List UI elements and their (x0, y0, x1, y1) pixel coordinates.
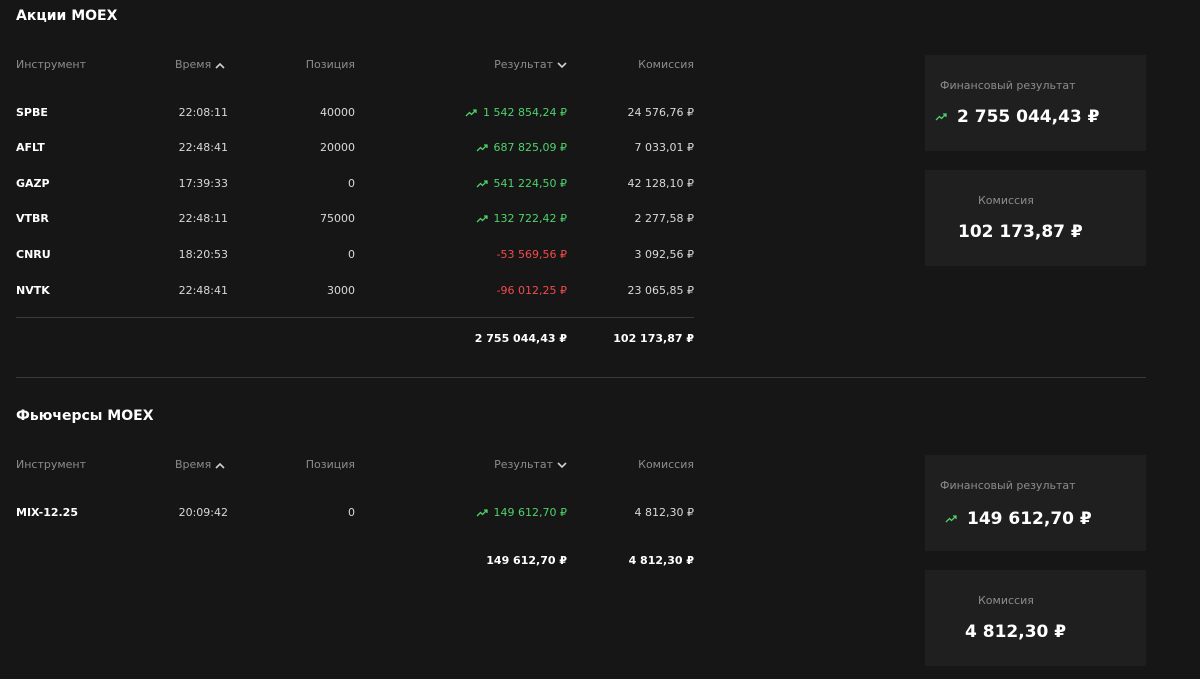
row-ticker: AFLT (16, 141, 45, 154)
trending-up-icon (935, 113, 947, 121)
column-header-time-label: Время (175, 58, 212, 71)
chevron-up-icon (215, 462, 225, 469)
row-commission: 4 812,30 ₽ (634, 506, 694, 519)
row-result: 149 612,70 ₽ (476, 506, 567, 519)
commission-card: Комиссия 4 812,30 ₽ (925, 570, 1146, 666)
total-commission: 102 173,87 ₽ (613, 332, 694, 345)
row-result: 132 722,42 ₽ (476, 212, 567, 225)
trending-up-icon (476, 509, 488, 517)
row-time: 22:48:41 (178, 284, 228, 297)
financial-result-value: 2 755 044,43 ₽ (935, 107, 1100, 127)
row-ticker: MIX-12.25 (16, 506, 78, 519)
trending-up-icon (476, 215, 488, 223)
commission-label: Комиссия (978, 594, 1034, 607)
column-header-time[interactable]: Время (175, 458, 225, 471)
column-header-result-label: Результат (494, 458, 553, 471)
row-result-value: 541 224,50 ₽ (493, 177, 567, 190)
row-ticker: NVTK (16, 284, 50, 297)
row-time: 22:48:11 (178, 212, 228, 225)
financial-result-card: Финансовый результат 2 755 044,43 ₽ (925, 55, 1146, 151)
row-result-value: 1 542 854,24 ₽ (483, 106, 567, 119)
column-header-position[interactable]: Позиция (306, 458, 355, 471)
row-commission: 24 576,76 ₽ (627, 106, 694, 119)
row-commission: 42 128,10 ₽ (627, 177, 694, 190)
column-header-time[interactable]: Время (175, 58, 225, 71)
chevron-down-icon (557, 461, 567, 469)
column-header-result-label: Результат (494, 58, 553, 71)
row-position: 3000 (327, 284, 355, 297)
chevron-down-icon (557, 61, 567, 69)
page: Акции MOEX Инструмент Время Позиция Резу… (0, 0, 1200, 679)
financial-result-value: 149 612,70 ₽ (945, 509, 1092, 529)
financial-result-label: Финансовый результат (940, 79, 1076, 92)
total-commission: 4 812,30 ₽ (628, 554, 694, 567)
section-divider (16, 377, 1146, 378)
row-result: 687 825,09 ₽ (476, 141, 567, 154)
row-commission: 2 277,58 ₽ (634, 212, 694, 225)
column-header-instrument[interactable]: Инструмент (16, 458, 86, 471)
table-divider (16, 317, 694, 318)
row-time: 22:48:41 (178, 141, 228, 154)
row-commission: 7 033,01 ₽ (634, 141, 694, 154)
financial-result-amount: 2 755 044,43 ₽ (957, 107, 1100, 127)
total-result: 2 755 044,43 ₽ (474, 332, 567, 345)
commission-card: Комиссия 102 173,87 ₽ (925, 170, 1146, 266)
column-header-result[interactable]: Результат (494, 58, 567, 71)
row-result: 541 224,50 ₽ (476, 177, 567, 190)
row-position: 75000 (320, 212, 355, 225)
column-header-result[interactable]: Результат (494, 458, 567, 471)
row-result-value: 687 825,09 ₽ (493, 141, 567, 154)
section-title-stocks: Акции MOEX (16, 8, 118, 24)
column-header-instrument[interactable]: Инструмент (16, 58, 86, 71)
row-position: 0 (348, 248, 355, 261)
trending-up-icon (476, 180, 488, 188)
row-result-value: 149 612,70 ₽ (493, 506, 567, 519)
row-result: 1 542 854,24 ₽ (465, 106, 567, 119)
row-commission: 23 065,85 ₽ (627, 284, 694, 297)
financial-result-card: Финансовый результат 149 612,70 ₽ (925, 455, 1146, 551)
row-result-value: 132 722,42 ₽ (493, 212, 567, 225)
column-header-commission[interactable]: Комиссия (638, 458, 694, 471)
trending-up-icon (945, 515, 957, 523)
column-header-time-label: Время (175, 458, 212, 471)
row-time: 20:09:42 (178, 506, 228, 519)
trending-up-icon (476, 144, 488, 152)
financial-result-amount: 149 612,70 ₽ (967, 509, 1092, 529)
commission-value: 4 812,30 ₽ (965, 622, 1067, 642)
row-ticker: GAZP (16, 177, 50, 190)
row-time: 22:08:11 (178, 106, 228, 119)
financial-result-label: Финансовый результат (940, 479, 1076, 492)
row-result: -53 569,56 ₽ (496, 248, 567, 261)
commission-value: 102 173,87 ₽ (958, 222, 1083, 242)
row-commission: 3 092,56 ₽ (634, 248, 694, 261)
chevron-up-icon (215, 62, 225, 69)
trending-up-icon (465, 109, 477, 117)
row-position: 0 (348, 177, 355, 190)
commission-label: Комиссия (978, 194, 1034, 207)
column-header-commission[interactable]: Комиссия (638, 58, 694, 71)
row-ticker: VTBR (16, 212, 49, 225)
row-result: -96 012,25 ₽ (496, 284, 567, 297)
section-title-futures: Фьючерсы MOEX (16, 408, 154, 424)
row-time: 18:20:53 (178, 248, 228, 261)
row-time: 17:39:33 (178, 177, 228, 190)
total-result: 149 612,70 ₽ (486, 554, 567, 567)
row-ticker: CNRU (16, 248, 51, 261)
row-position: 40000 (320, 106, 355, 119)
row-position: 0 (348, 506, 355, 519)
row-ticker: SPBE (16, 106, 48, 119)
row-position: 20000 (320, 141, 355, 154)
column-header-position[interactable]: Позиция (306, 58, 355, 71)
